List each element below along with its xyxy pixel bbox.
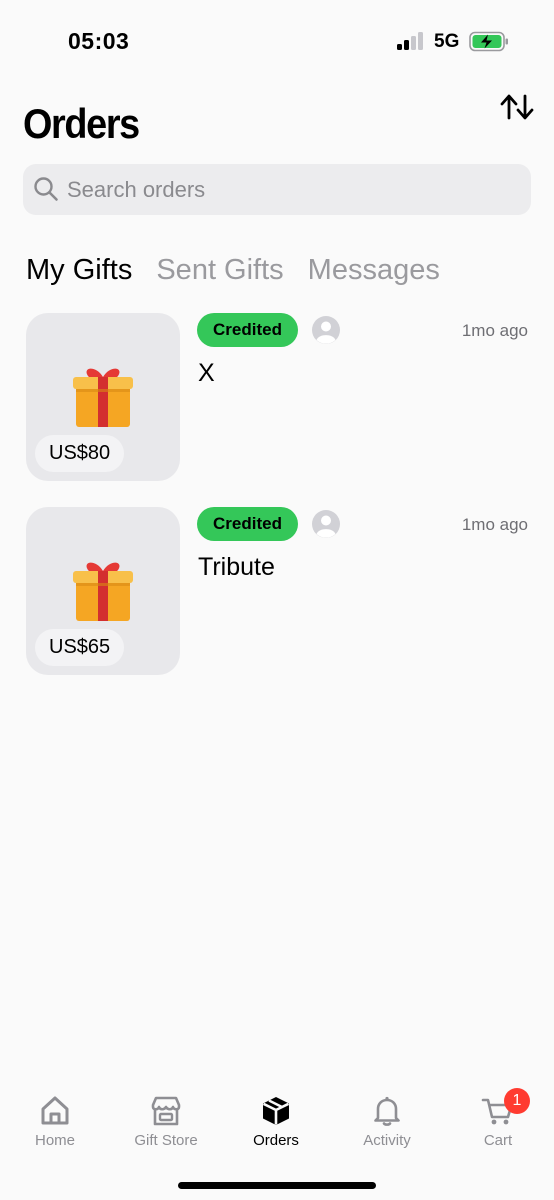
order-thumbnail: US$65 <box>26 507 180 675</box>
gift-icon <box>73 562 133 621</box>
tab-bar-top: My Gifts Sent Gifts Messages <box>26 254 440 287</box>
status-time: 05:03 <box>68 28 130 54</box>
signal-icon <box>397 32 425 50</box>
order-thumbnail: US$80 <box>26 313 180 481</box>
nav-label: Gift Store <box>134 1132 198 1149</box>
nav-cart[interactable]: Cart 1 <box>448 1088 548 1149</box>
order-time: 1mo ago <box>461 321 528 340</box>
nav-label: Orders <box>253 1132 299 1149</box>
page-title: Orders <box>23 100 140 147</box>
search-input[interactable] <box>67 164 517 215</box>
nav-home[interactable]: Home <box>5 1094 105 1149</box>
bell-icon <box>374 1096 400 1126</box>
sort-button[interactable] <box>500 92 534 122</box>
home-indicator[interactable] <box>178 1182 376 1189</box>
order-time: 1mo ago <box>461 515 528 534</box>
sort-arrows-icon <box>500 94 534 120</box>
price-pill: US$65 <box>35 629 125 666</box>
nav-label: Cart <box>483 1132 513 1149</box>
tab-my-gifts[interactable]: My Gifts <box>26 254 132 287</box>
avatar-icon <box>312 510 340 538</box>
status-badge: Credited <box>197 313 298 347</box>
avatar-icon <box>312 316 340 344</box>
cart-count-badge: 1 <box>504 1088 530 1114</box>
order-title: X <box>198 359 215 387</box>
nav-activity[interactable]: Activity <box>337 1094 437 1149</box>
status-bar: 05:03 5G <box>0 0 554 80</box>
store-icon <box>151 1096 181 1126</box>
order-row[interactable]: US$80 Credited 1mo ago X <box>26 313 531 481</box>
box-icon <box>262 1097 290 1125</box>
bottom-tab-bar: Home Gift Store Orders Activity Cart 1 <box>0 1078 554 1200</box>
nav-gift-store[interactable]: Gift Store <box>116 1094 216 1149</box>
search-box[interactable] <box>23 164 531 215</box>
network-type: 5G <box>434 31 460 52</box>
home-icon <box>41 1096 69 1125</box>
nav-orders[interactable]: Orders <box>226 1094 326 1149</box>
battery-icon <box>469 31 508 52</box>
order-row[interactable]: US$65 Credited 1mo ago Tribute <box>26 507 531 675</box>
nav-label: Activity <box>363 1132 411 1149</box>
price-pill: US$80 <box>35 435 125 472</box>
gift-icon <box>73 368 133 427</box>
order-title: Tribute <box>198 553 275 581</box>
nav-label: Home <box>34 1132 75 1149</box>
tab-messages[interactable]: Messages <box>308 254 440 287</box>
search-icon <box>34 177 58 201</box>
status-badge: Credited <box>197 507 298 541</box>
tab-sent-gifts[interactable]: Sent Gifts <box>156 254 283 287</box>
